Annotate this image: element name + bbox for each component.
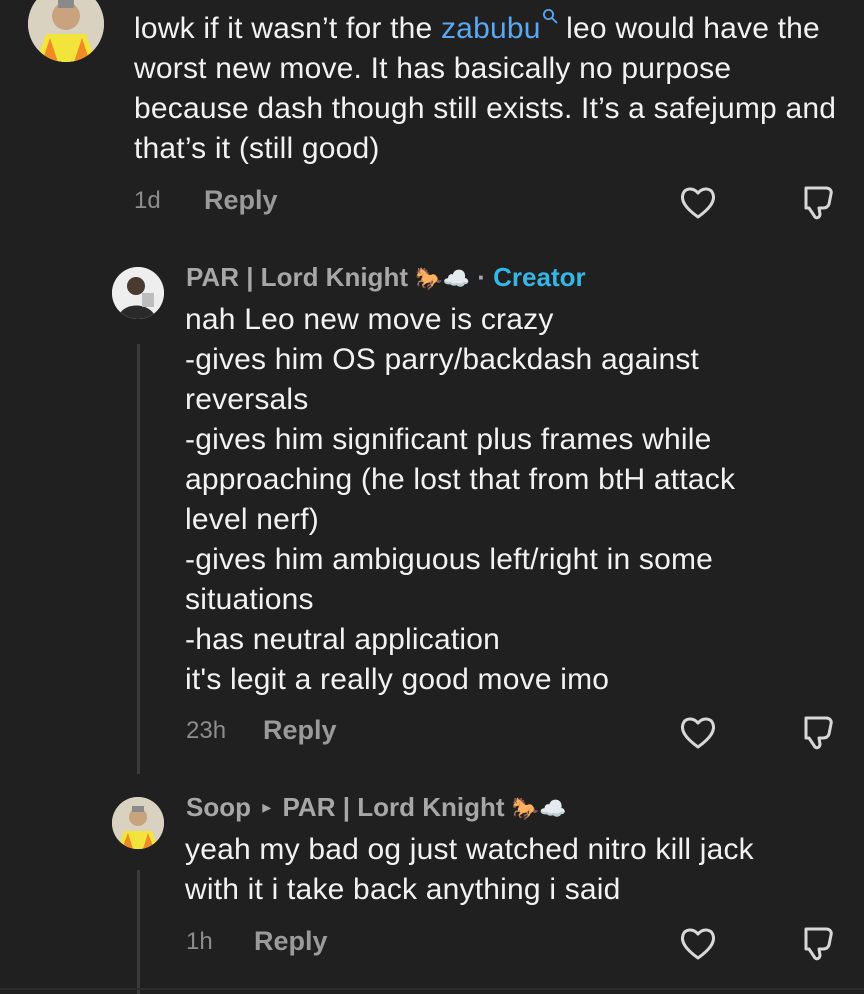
heart-outline-icon[interactable] (678, 713, 718, 753)
mention-link[interactable]: zabubu (441, 9, 558, 45)
comment-text: yeah my bad og just watched nitro kill j… (185, 833, 754, 906)
reply-button[interactable]: Reply (254, 926, 328, 957)
heart-outline-icon[interactable] (678, 924, 718, 964)
avatar[interactable] (112, 797, 164, 849)
thread-line (137, 344, 140, 774)
comment-time: 23h (186, 717, 227, 744)
thumbs-down-outline-icon[interactable] (798, 923, 838, 963)
avatar[interactable] (28, 0, 104, 62)
reply-button[interactable]: Reply (263, 715, 337, 746)
reply-button[interactable]: Reply (204, 185, 278, 216)
comment-time: 1h (186, 928, 213, 955)
avatar[interactable] (112, 267, 164, 319)
comment-text: lowk if it wasn’t for the zabubu leo wou… (134, 8, 844, 169)
emoji: 🐎☁️ (511, 796, 567, 821)
divider (0, 988, 864, 990)
reply-to-username[interactable]: PAR | Lord Knight (283, 792, 505, 822)
username[interactable]: Soop ▸ PAR | Lord Knight 🐎☁️ (186, 792, 567, 823)
search-icon (542, 9, 558, 24)
thread-line (137, 870, 140, 994)
creator-badge: Creator (493, 262, 586, 292)
username[interactable]: PAR | Lord Knight 🐎☁️ · Creator (186, 262, 586, 293)
emoji: 🐎☁️ (415, 266, 471, 291)
thumbs-down-outline-icon[interactable] (798, 182, 838, 222)
thumbs-down-outline-icon[interactable] (798, 712, 838, 752)
reply-arrow-icon: ▸ (262, 797, 272, 817)
comment-time: 1d (134, 187, 161, 214)
heart-outline-icon[interactable] (678, 183, 718, 223)
comment-text: nah Leo new move is crazy -gives him OS … (185, 303, 736, 696)
